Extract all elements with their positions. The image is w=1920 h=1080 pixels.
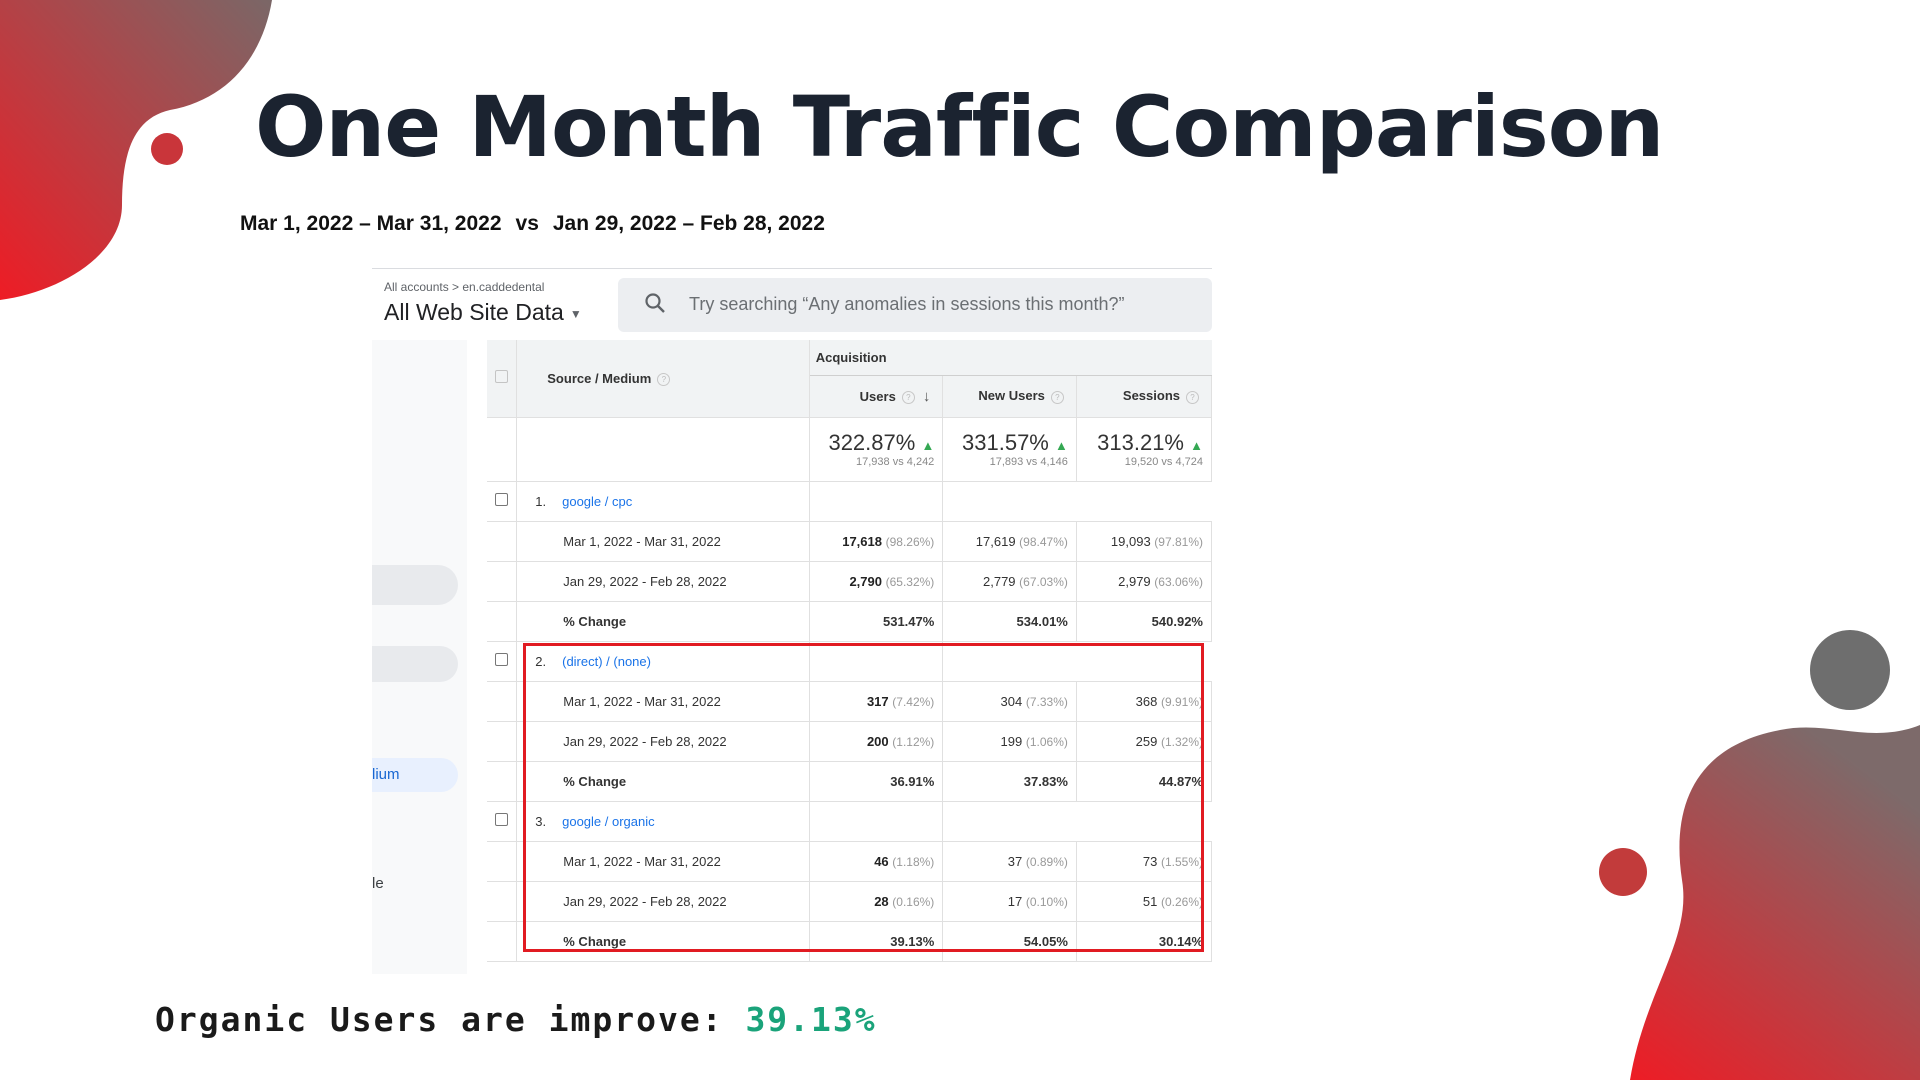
caret-down-icon: ▼ (569, 306, 582, 321)
help-icon[interactable]: ? (901, 390, 915, 404)
new-users-pct: (67.03%) (1019, 574, 1068, 589)
arrow-up-icon: ▲ (1055, 438, 1068, 453)
sessions-pct: (63.06%) (1154, 574, 1203, 589)
source-link[interactable]: google / cpc (562, 494, 632, 509)
row-checkbox[interactable] (495, 653, 509, 666)
acquisition-group-header: Acquisition (809, 340, 1212, 376)
sidebar-item-label: lium (372, 766, 400, 783)
new-users-value: 17,619 (975, 533, 1016, 549)
divider (372, 268, 1212, 269)
view-selector-label: All Web Site Data (384, 299, 564, 325)
change-label: % Change (516, 601, 810, 642)
search-placeholder: Try searching “Any anomalies in sessions… (689, 294, 1125, 314)
sidebar-item-medium[interactable]: lium (372, 758, 458, 792)
footer-label: Organic Users are improve: (155, 1000, 724, 1039)
sidebar-item-fragment[interactable]: le (372, 875, 384, 892)
sessions-change: 540.92% (1076, 601, 1212, 642)
help-icon[interactable]: ? (657, 372, 671, 386)
bottom-right-red-dot (1599, 848, 1647, 896)
table-row: 1. google / cpc (487, 481, 1212, 522)
new-users-value: 2,779 (983, 573, 1016, 589)
analytics-screenshot: All accounts > en.caddedental All Web Si… (372, 268, 1212, 974)
users-change: 531.47% (809, 601, 944, 642)
users-total-detail: 17,938 vs 4,242 (856, 456, 935, 468)
arrow-up-icon: ▲ (921, 438, 935, 453)
table-row: % Change 531.47% 534.01% 540.92% (487, 601, 1212, 642)
period-a-label: Mar 1, 2022 - Mar 31, 2022 (516, 521, 810, 562)
search-input[interactable]: Try searching “Any anomalies in sessions… (618, 278, 1212, 332)
select-all-checkbox[interactable] (495, 370, 509, 384)
top-left-blob (0, 0, 272, 300)
new-users-column-header[interactable]: New Users? (942, 375, 1077, 418)
slide-title: One Month Traffic Comparison (255, 78, 1664, 176)
highlight-box (523, 643, 1204, 952)
row-checkbox[interactable] (495, 813, 509, 826)
new-users-change: 534.01% (942, 601, 1077, 642)
sessions-pct: (97.81%) (1154, 534, 1203, 549)
row-checkbox[interactable] (495, 493, 509, 506)
sessions-value: 2,979 (1118, 573, 1151, 589)
totals-row: 322.87% ▲ 17,938 vs 4,242 331.57% ▲ 17,893… (487, 417, 1212, 482)
users-pct: (98.26%) (885, 534, 935, 549)
sidebar: lium le (372, 340, 467, 974)
new-users-total: 331.57% ▲ 17,893 vs 4,146 (942, 417, 1077, 482)
sessions-value: 19,093 (1110, 533, 1151, 549)
bottom-right-blob (1630, 725, 1920, 1080)
new-users-pct: (98.47%) (1019, 534, 1068, 549)
date-comparison: Mar 1, 2022 – Mar 31, 2022 vs Jan 29, 2022… (240, 212, 825, 236)
date-range-b: Jan 29, 2022 – Feb 28, 2022 (552, 212, 825, 235)
sessions-column-header[interactable]: Sessions? (1076, 375, 1212, 418)
sessions-total-change: 313.21% (1097, 430, 1184, 455)
help-icon[interactable]: ? (1186, 390, 1199, 404)
search-icon (644, 292, 666, 320)
users-header-label: Users (859, 388, 896, 404)
users-pct: (65.32%) (885, 574, 935, 589)
new-users-total-detail: 17,893 vs 4,146 (989, 456, 1068, 468)
sort-descending-icon[interactable]: ↓ (923, 388, 931, 405)
bottom-right-grey-dot (1810, 630, 1890, 710)
period-b-label: Jan 29, 2022 - Feb 28, 2022 (516, 561, 810, 602)
help-icon[interactable]: ? (1050, 390, 1064, 404)
sessions-total: 313.21% ▲ 19,520 vs 4,724 (1076, 417, 1212, 482)
users-total-change: 322.87% (828, 430, 916, 455)
users-column-header[interactable]: Users? ↓ (809, 375, 944, 418)
new-users-total-change: 331.57% (962, 430, 1049, 455)
users-total: 322.87% ▲ 17,938 vs 4,242 (809, 417, 944, 482)
sidebar-item[interactable] (372, 646, 458, 682)
users-value: 17,618 (842, 533, 882, 549)
sessions-header-label: Sessions (1122, 388, 1180, 404)
users-value: 2,790 (849, 573, 882, 589)
dimension-header[interactable]: Source / Medium? (516, 340, 810, 418)
select-all-cell (487, 340, 518, 418)
sidebar-item[interactable] (372, 565, 458, 605)
footer-note: Organic Users are improve: 39.13% (155, 1000, 877, 1039)
top-left-dot (151, 133, 183, 165)
breadcrumb[interactable]: All accounts > en.caddedental (384, 280, 544, 294)
row-index: 1. (535, 493, 547, 509)
dimension-header-label: Source / Medium (547, 370, 652, 386)
table-row: Jan 29, 2022 - Feb 28, 2022 2,790 (65.32… (487, 561, 1212, 602)
table-row: Mar 1, 2022 - Mar 31, 2022 17,618 (98.26… (487, 521, 1212, 562)
footer-value: 39.13% (745, 1000, 877, 1039)
vs-label: vs (515, 212, 539, 235)
date-range-a: Mar 1, 2022 – Mar 31, 2022 (240, 212, 502, 235)
view-selector[interactable]: All Web Site Data ▼ (384, 299, 582, 326)
arrow-up-icon: ▲ (1190, 438, 1203, 453)
sessions-total-detail: 19,520 vs 4,724 (1124, 456, 1203, 468)
new-users-header-label: New Users (978, 388, 1045, 404)
